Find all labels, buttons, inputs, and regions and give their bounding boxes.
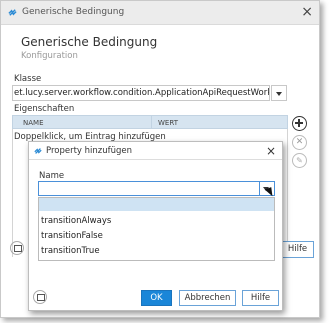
properties-label: Eigenschaften (14, 104, 75, 114)
cancel-button[interactable]: Abbrechen (179, 290, 236, 306)
klasse-label: Klasse (14, 74, 42, 84)
window-title: Generische Bedingung (22, 7, 125, 17)
dialog-title: Property hinzufügen (46, 146, 133, 156)
app-icon (34, 148, 42, 154)
add-property-dialog: Property hinzufügen × Name transitionAlw… (28, 141, 283, 311)
add-property-button[interactable] (292, 116, 307, 131)
screenshot-icon[interactable] (33, 290, 47, 304)
column-header-name[interactable]: NAME (23, 119, 44, 127)
klasse-dropdown-button[interactable] (271, 85, 287, 101)
help-button[interactable]: Hilfe (242, 290, 279, 306)
window-titlebar: Generische Bedingung × (1, 1, 319, 25)
dialog-titlebar: Property hinzufügen × (29, 142, 282, 160)
name-dropdown-button[interactable] (260, 181, 275, 198)
column-header-value[interactable]: WERT (158, 119, 178, 127)
name-label: Name (39, 171, 65, 181)
close-icon[interactable]: × (266, 144, 276, 158)
klasse-select[interactable]: et.lucy.server.workflow.condition.Applic… (12, 85, 270, 101)
name-dropdown-list: transitionAlways transitionFalse transit… (38, 197, 275, 261)
dropdown-option[interactable]: transitionFalse (39, 230, 274, 243)
edit-property-button[interactable]: ✎ (292, 153, 307, 168)
name-combobox-input[interactable] (38, 181, 260, 196)
page-title: Generische Bedingung (21, 35, 158, 49)
properties-table-header: NAME WERT (12, 115, 288, 129)
dropdown-option-empty[interactable] (39, 198, 274, 211)
page-subtitle: Konfiguration (21, 51, 78, 61)
column-divider (151, 116, 152, 128)
screenshot-icon[interactable] (10, 241, 24, 255)
dropdown-option[interactable]: transitionTrue (39, 245, 274, 258)
chevron-down-icon (276, 92, 282, 96)
outer-help-button[interactable]: Hilfe (281, 241, 314, 258)
ok-button[interactable]: OK (141, 290, 172, 306)
dropdown-option[interactable]: transitionAlways (39, 215, 274, 228)
app-icon (8, 9, 17, 16)
close-icon[interactable]: × (301, 4, 313, 20)
remove-property-button[interactable]: ✕ (292, 135, 307, 150)
